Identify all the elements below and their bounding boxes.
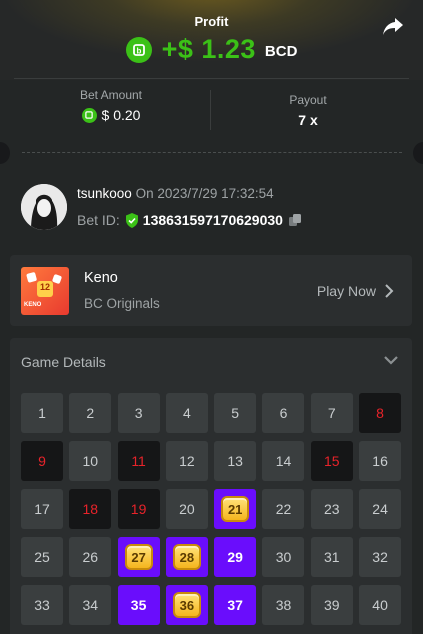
- play-now-label: Play Now: [316, 283, 376, 299]
- keno-cell: 18: [69, 489, 112, 529]
- keno-cell: 16: [359, 441, 402, 481]
- keno-cell: 33: [21, 585, 63, 625]
- keno-cell: 8: [359, 393, 402, 433]
- ticket-notch-left: [0, 142, 10, 164]
- bcd-coin-icon: b: [125, 36, 152, 63]
- gem-hit-icon: 27: [124, 544, 153, 570]
- profit-currency: BCD: [264, 43, 298, 60]
- profit-amount: +$ 1.23: [161, 34, 256, 64]
- keno-cell: 28: [165, 537, 208, 577]
- keno-cell: 37: [214, 585, 257, 625]
- header-divider: [14, 78, 409, 79]
- keno-cell: 17: [21, 489, 63, 529]
- keno-cell: 24: [359, 489, 402, 529]
- avatar[interactable]: [21, 184, 67, 230]
- keno-cell: 14: [262, 441, 305, 481]
- gem-hit-icon: 21: [221, 496, 250, 522]
- bet-amount-label: Bet Amount: [79, 88, 143, 102]
- bet-id-label: Bet ID:: [77, 212, 120, 228]
- payout-label: Payout: [289, 93, 327, 107]
- keno-cell: 20: [165, 489, 208, 529]
- gem-hit-icon: 28: [172, 544, 201, 570]
- username[interactable]: tsunkooo: [77, 186, 132, 201]
- keno-board: 1 2 3 4 5 6 7 8 9 10 11 12 13 14 15 16 17 18 19 20 21 22 23 24 2…: [21, 393, 402, 625]
- keno-cell: 39: [310, 585, 353, 625]
- bcd-coin-icon: [81, 107, 97, 123]
- keno-cell: 10: [69, 441, 112, 481]
- game-card[interactable]: 12 KENO Keno BC Originals Play Now: [10, 255, 412, 326]
- game-provider: BC Originals: [84, 296, 160, 311]
- copy-icon[interactable]: [288, 213, 302, 227]
- keno-cell: 36: [165, 585, 208, 625]
- profit-row: b +$ 1.23 BCD: [0, 34, 423, 65]
- share-icon[interactable]: [381, 16, 405, 38]
- keno-cell: 38: [262, 585, 305, 625]
- keno-cell: 6: [262, 393, 305, 433]
- keno-cell: 25: [21, 537, 63, 577]
- keno-cell: 30: [262, 537, 305, 577]
- profit-label: Profit: [194, 14, 229, 29]
- thumb-number: 12: [39, 282, 50, 292]
- bet-amount-block: Bet Amount $ 0.20: [11, 88, 211, 123]
- svg-text:b: b: [136, 46, 141, 55]
- ticket-notch-right: [413, 142, 423, 164]
- keno-cell: 21: [214, 489, 257, 529]
- bet-amount-value: $ 0.20: [101, 107, 141, 123]
- bet-id-value: 138631597170629030: [142, 212, 283, 228]
- payout-block: Payout 7 x: [208, 93, 408, 128]
- keno-cell: 27: [117, 537, 160, 577]
- keno-cell: 3: [117, 393, 160, 433]
- keno-cell: 29: [214, 537, 257, 577]
- payout-value: 7 x: [298, 112, 318, 128]
- keno-cell: 32: [359, 537, 402, 577]
- keno-cell: 4: [165, 393, 208, 433]
- keno-cell: 2: [69, 393, 112, 433]
- keno-cell: 1: [21, 393, 63, 433]
- bet-id-row: Bet ID: 138631597170629030: [77, 212, 302, 228]
- keno-cell: 12: [165, 441, 208, 481]
- gem-hit-icon: 36: [172, 592, 201, 618]
- thumb-text: KENO: [24, 302, 42, 308]
- keno-cell: 13: [214, 441, 257, 481]
- keno-cell: 15: [310, 441, 353, 481]
- chevron-down-icon[interactable]: [383, 354, 399, 366]
- user-line: tsunkooo On 2023/7/29 17:32:54: [77, 186, 274, 201]
- keno-cell: 19: [117, 489, 160, 529]
- bet-time: On 2023/7/29 17:32:54: [135, 186, 274, 201]
- profit-header: Profit b +$ 1.23 BCD: [0, 0, 423, 80]
- keno-cell: 7: [310, 393, 353, 433]
- game-details-panel: Game Details 1 2 3 4 5 6 7 8 9 10 11 12 13 14 15 16 17 18…: [10, 338, 412, 634]
- keno-cell: 11: [117, 441, 160, 481]
- ticket-dashes: [22, 152, 402, 153]
- keno-cell: 9: [21, 441, 63, 481]
- keno-cell: 22: [262, 489, 305, 529]
- bet-amount-value-row: $ 0.20: [11, 107, 211, 123]
- keno-cell: 34: [69, 585, 112, 625]
- keno-thumbnail[interactable]: 12 KENO: [21, 267, 69, 315]
- keno-cell: 26: [69, 537, 112, 577]
- chevron-right-icon: [385, 284, 394, 298]
- play-now-button[interactable]: Play Now: [317, 283, 394, 299]
- keno-cell: 35: [117, 585, 160, 625]
- keno-cell: 40: [359, 585, 402, 625]
- game-name: Keno: [84, 270, 118, 286]
- verified-shield-icon: [125, 212, 138, 228]
- keno-cell: 5: [214, 393, 257, 433]
- keno-cell: 23: [310, 489, 353, 529]
- keno-cell: 31: [310, 537, 353, 577]
- game-details-title: Game Details: [21, 354, 106, 370]
